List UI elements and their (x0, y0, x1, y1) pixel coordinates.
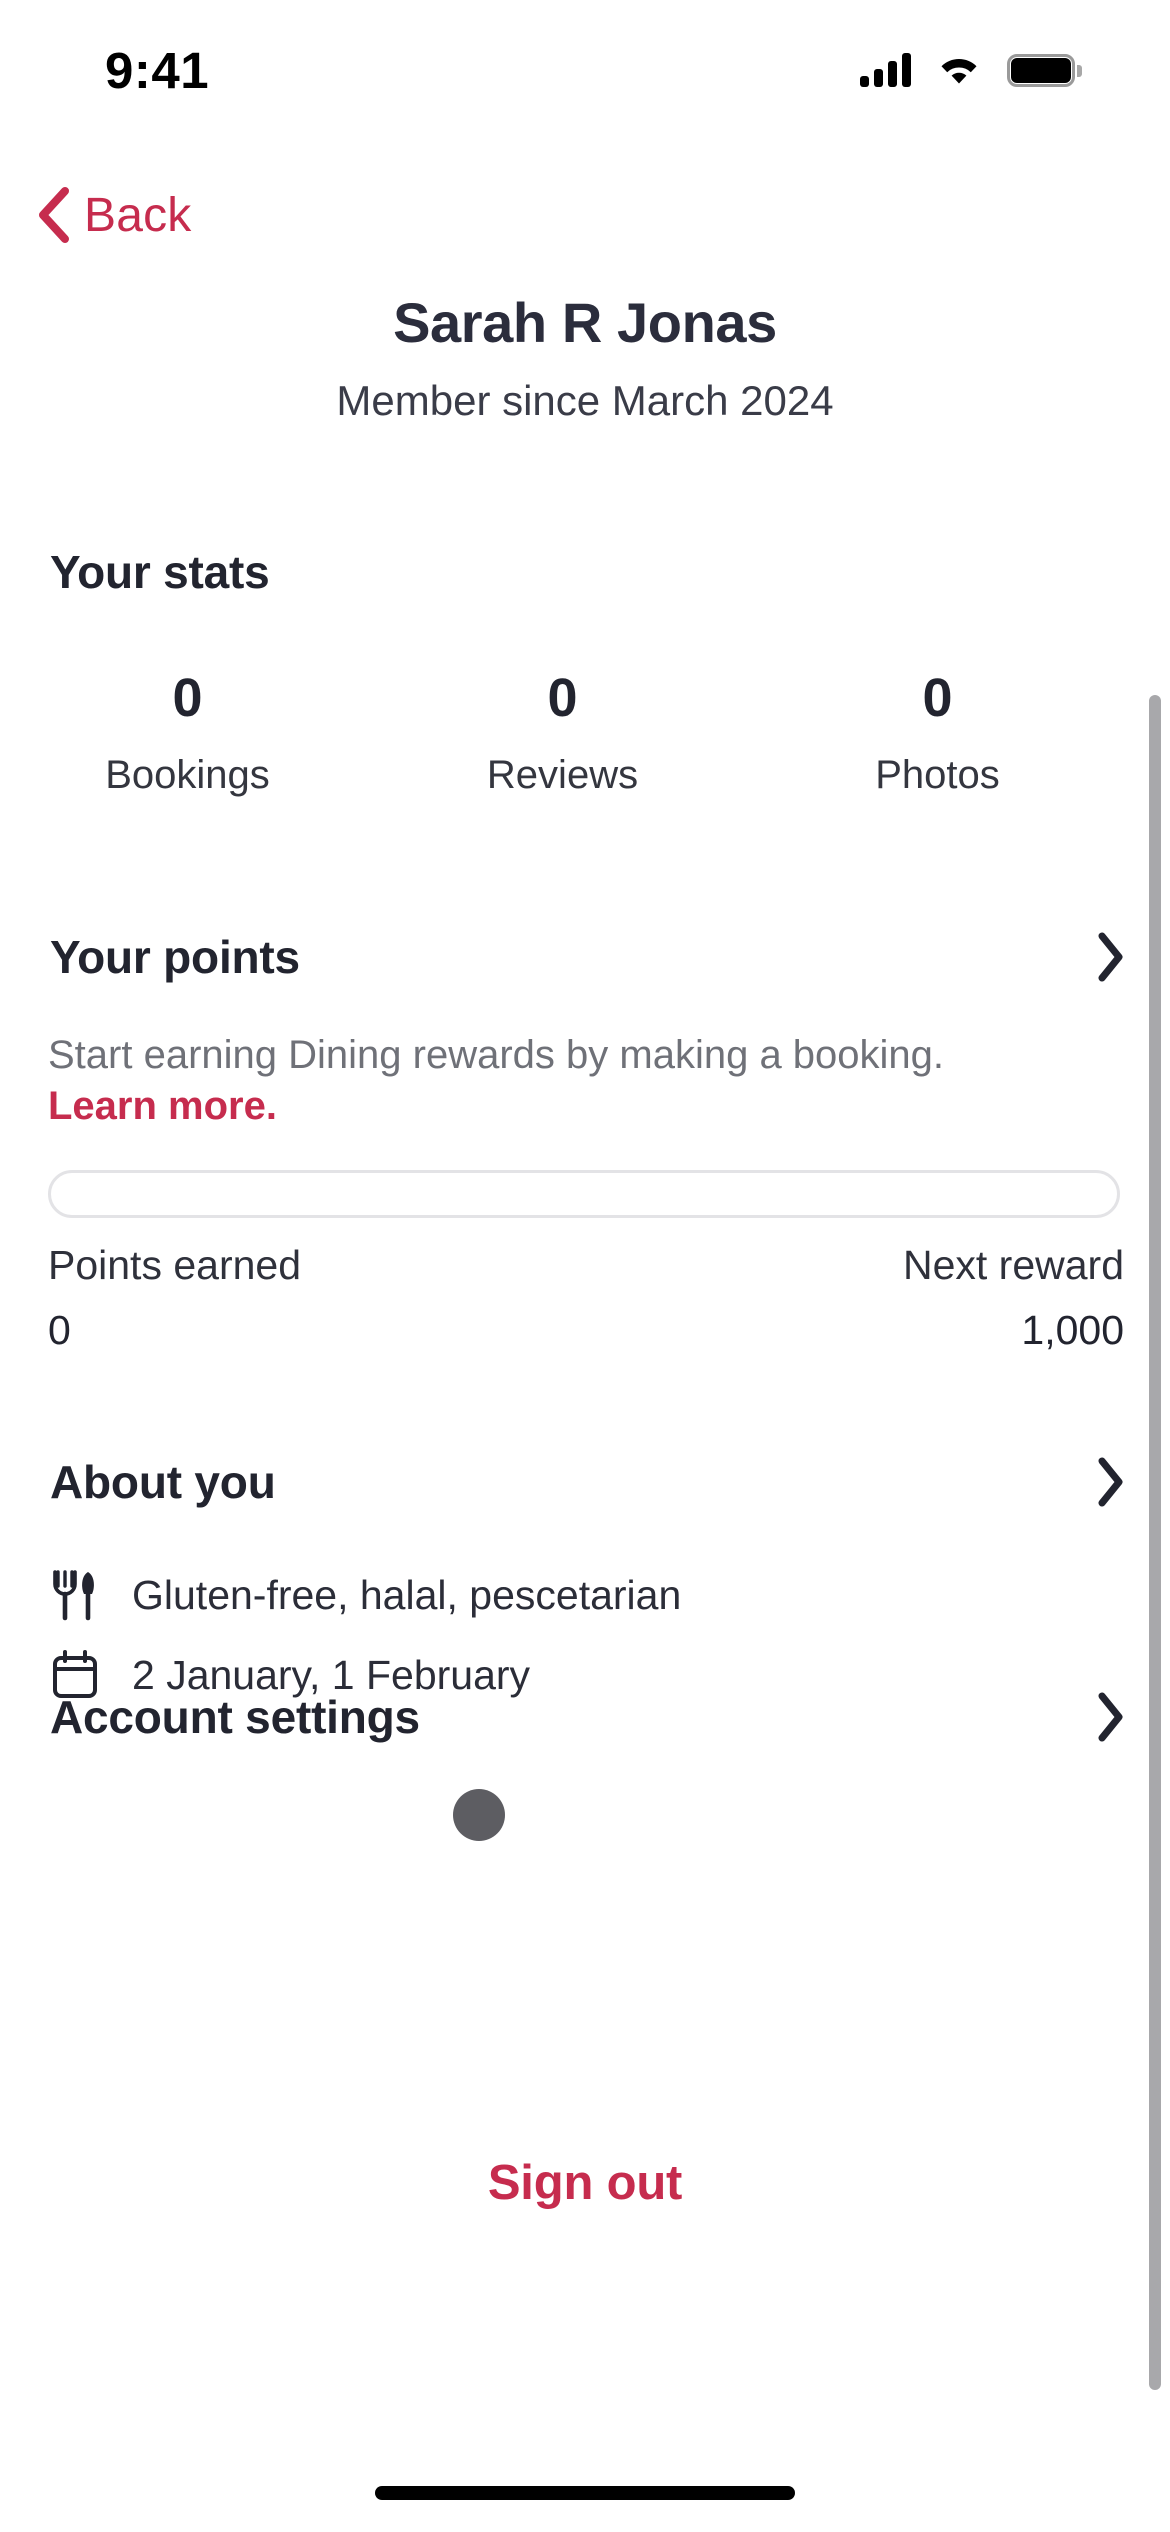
status-time: 9:41 (105, 41, 210, 99)
learn-more-link[interactable]: Learn more. (48, 1081, 277, 1132)
vertical-scrollbar[interactable] (1149, 695, 1161, 2390)
touch-indicator-dot (453, 1789, 505, 1841)
stat-label: Bookings (105, 752, 270, 797)
points-section-title: Your points (50, 931, 300, 983)
stat-value: 0 (922, 668, 953, 728)
page-title: Sarah R Jonas (393, 291, 777, 354)
stat-photos: 0 Photos (750, 670, 1125, 798)
status-indicators (860, 53, 1082, 87)
stat-value: 0 (172, 668, 203, 728)
about-you-row[interactable]: About you (50, 1455, 1125, 1509)
stats-section-title: Your stats (50, 546, 270, 598)
back-label: Back (84, 188, 192, 242)
cutlery-icon (48, 1569, 102, 1621)
stat-label: Photos (875, 752, 1000, 797)
points-description: Start earning Dining rewards by making a… (48, 1030, 1120, 1132)
account-settings-title: Account settings (50, 1691, 420, 1743)
back-button[interactable]: Back (22, 179, 206, 251)
sign-out-area: Sign out (0, 2155, 1170, 2211)
stat-value: 0 (547, 668, 578, 728)
points-progress-bar (48, 1170, 1120, 1218)
chevron-right-icon (1095, 1457, 1125, 1507)
battery-full-icon (1007, 53, 1082, 87)
chevron-right-icon (1095, 932, 1125, 982)
list-item: Gluten-free, halal, pescetarian (48, 1555, 1048, 1635)
next-reward-label: Next reward (902, 1242, 1124, 1288)
status-bar: 9:41 (0, 0, 1170, 130)
dietary-preferences-text: Gluten-free, halal, pescetarian (132, 1571, 682, 1618)
stat-label: Reviews (486, 752, 639, 797)
chevron-right-icon (1095, 1692, 1125, 1742)
sign-out-button[interactable]: Sign out (488, 2155, 683, 2211)
about-section-title: About you (50, 1456, 276, 1508)
points-description-text: Start earning Dining rewards by making a… (48, 1033, 945, 1077)
stat-bookings: 0 Bookings (0, 670, 375, 798)
navigation-bar: Back (0, 160, 1170, 270)
profile-header: Sarah R Jonas Member since March 2024 (0, 290, 1170, 425)
cellular-signal-icon (860, 53, 911, 87)
chevron-left-icon (36, 187, 70, 243)
points-meta: Points earned Next reward 0 1,000 (48, 1242, 1124, 1354)
stats-row: 0 Bookings 0 Reviews 0 Photos (0, 670, 1125, 798)
next-reward-value: 1,000 (1021, 1307, 1124, 1353)
points-earned-label: Points earned (48, 1242, 302, 1288)
your-points-row[interactable]: Your points (50, 930, 1125, 984)
points-earned-value: 0 (48, 1307, 71, 1353)
member-since-label: Member since March 2024 (336, 377, 834, 424)
wifi-icon (937, 54, 981, 87)
app-screen: 9:41 Back Sarah R Jonas Member since Mar… (0, 0, 1170, 2532)
account-settings-row[interactable]: Account settings (50, 1690, 1125, 1744)
stat-reviews: 0 Reviews (375, 670, 750, 798)
home-indicator[interactable] (375, 2486, 795, 2500)
